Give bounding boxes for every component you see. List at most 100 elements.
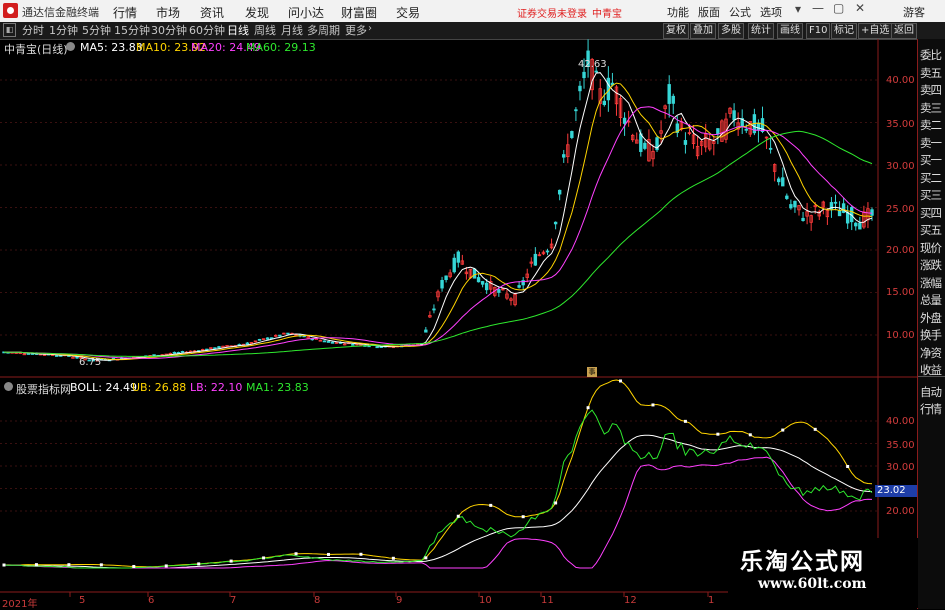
tab-more[interactable]: 更多 bbox=[345, 23, 367, 38]
panel-item-8[interactable]: 买三 bbox=[920, 187, 945, 203]
boll-legend: BOLL: 24.49 bbox=[70, 381, 137, 394]
menu-wealth[interactable]: 财富圈 bbox=[341, 4, 377, 21]
y-tick: 10.00 bbox=[886, 330, 915, 341]
tab-daily[interactable]: 日线 bbox=[227, 23, 249, 38]
tab-30min[interactable]: 30分钟 bbox=[151, 23, 187, 38]
date-ticks bbox=[69, 592, 709, 597]
menu-market-quotes[interactable]: 行情 bbox=[113, 4, 137, 21]
y-tick: 20.00 bbox=[886, 245, 915, 256]
indicator-dot-icon[interactable] bbox=[4, 382, 13, 391]
panel-item-0[interactable]: 委比 bbox=[920, 47, 945, 63]
y-tick: 40.00 bbox=[886, 75, 915, 86]
menu-news[interactable]: 资讯 bbox=[200, 4, 224, 21]
ub-legend: UB: 26.88 bbox=[132, 381, 187, 394]
panel-item-14[interactable]: 总量 bbox=[920, 292, 945, 308]
y-tick: 25.00 bbox=[886, 204, 915, 215]
panel-item-5[interactable]: 卖一 bbox=[920, 135, 945, 151]
f10-button[interactable]: F10 bbox=[806, 23, 831, 39]
y-tick: 35.00 bbox=[886, 119, 915, 130]
tab-multi-period[interactable]: 多周期 bbox=[307, 23, 340, 38]
date-label: 2021年 bbox=[2, 599, 38, 610]
back-button[interactable]: 返回 bbox=[891, 23, 917, 39]
min-price-annotation: 6.75 bbox=[79, 357, 102, 368]
maximize-window-icon[interactable]: ▢ bbox=[833, 1, 844, 15]
more-chevron-icon[interactable]: › bbox=[368, 23, 372, 34]
candlestick-series bbox=[2, 39, 874, 362]
date-label: 11 bbox=[541, 595, 554, 606]
sub-grid bbox=[0, 420, 878, 512]
adjust-button[interactable]: 复权 bbox=[663, 23, 689, 39]
watermark: 乐淘公式网 www.60lt.com bbox=[728, 538, 918, 608]
menu-trade[interactable]: 交易 bbox=[396, 4, 420, 21]
tab-1min[interactable]: 1分钟 bbox=[49, 23, 78, 38]
tab-5min[interactable]: 5分钟 bbox=[82, 23, 111, 38]
panel-item-16[interactable]: 换手 bbox=[920, 327, 945, 343]
panel-item-17[interactable]: 净资 bbox=[920, 345, 945, 361]
minimize-window-icon[interactable]: — bbox=[812, 1, 824, 15]
ma5-legend: MA5: 23.83 bbox=[80, 41, 143, 54]
panel-item-12[interactable]: 涨跌 bbox=[920, 257, 945, 273]
panel-item-9[interactable]: 买四 bbox=[920, 205, 945, 221]
date-label: 5 bbox=[79, 595, 86, 606]
panel-item-7[interactable]: 买二 bbox=[920, 170, 945, 186]
menu-ask[interactable]: 问小达 bbox=[288, 4, 324, 21]
stats-button[interactable]: 统计 bbox=[748, 23, 774, 39]
indicator-name[interactable]: 股票指标网 bbox=[16, 381, 71, 397]
date-label: 9 bbox=[396, 595, 403, 606]
settings-dot-icon[interactable] bbox=[66, 42, 75, 51]
date-label: 10 bbox=[479, 595, 492, 606]
tab-monthly[interactable]: 月线 bbox=[281, 23, 303, 38]
current-stock-tag: 中青宝 bbox=[592, 9, 622, 20]
max-price-annotation: 42.63 bbox=[578, 59, 607, 70]
date-label: 1 bbox=[708, 595, 715, 606]
draw-line-button[interactable]: 画线 bbox=[777, 23, 803, 39]
quote-side-panel: 委比 卖五 卖四 卖三 卖二 卖一 买一 买二 买三 买四 买五 现价 涨跌 涨幅 总量 外盘 换手 净资 收益 自… bbox=[917, 39, 945, 609]
minimize-icon[interactable]: ▾ bbox=[795, 2, 801, 16]
stock-title: 中青宝(日线) bbox=[4, 43, 68, 56]
tab-15min[interactable]: 15分钟 bbox=[114, 23, 150, 38]
chart-frame bbox=[0, 39, 917, 593]
tab-60min[interactable]: 60分钟 bbox=[189, 23, 225, 38]
date-label: 12 bbox=[624, 595, 637, 606]
tab-weekly[interactable]: 周线 bbox=[254, 23, 276, 38]
menu-market[interactable]: 市场 bbox=[156, 4, 180, 21]
mark-button[interactable]: 标记 bbox=[831, 23, 857, 39]
menu-options[interactable]: 选项 bbox=[760, 4, 782, 20]
panel-item-11[interactable]: 现价 bbox=[920, 240, 945, 256]
overlay-button[interactable]: 叠加 bbox=[690, 23, 716, 39]
panel-item-4[interactable]: 卖二 bbox=[920, 117, 945, 133]
app-title: 通达信金融终端 bbox=[22, 6, 99, 19]
sidebar-toggle-icon[interactable]: ◧ bbox=[3, 23, 16, 37]
panel-item-6[interactable]: 买一 bbox=[920, 152, 945, 168]
date-label: 6 bbox=[148, 595, 155, 606]
panel-item-10[interactable]: 买五 bbox=[920, 222, 945, 238]
panel-item-2[interactable]: 卖四 bbox=[920, 82, 945, 98]
panel-item-auto[interactable]: 自动 bbox=[920, 384, 945, 400]
panel-item-3[interactable]: 卖三 bbox=[920, 100, 945, 116]
menu-bar: 通达信金融终端 行情 市场 资讯 发现 问小达 财富圈 交易 证券交易未登录 中… bbox=[0, 0, 945, 23]
sub-y-tick: 30.00 bbox=[886, 462, 915, 473]
menu-layout[interactable]: 版面 bbox=[698, 4, 720, 20]
multi-stock-button[interactable]: 多股 bbox=[718, 23, 744, 39]
event-marker-icon[interactable]: 事 bbox=[587, 367, 597, 377]
add-watchlist-button[interactable]: +自选 bbox=[858, 23, 893, 39]
sub-y-tick: 35.00 bbox=[886, 440, 915, 451]
menu-discover[interactable]: 发现 bbox=[245, 4, 269, 21]
panel-item-1[interactable]: 卖五 bbox=[920, 65, 945, 81]
panel-item-13[interactable]: 涨幅 bbox=[920, 275, 945, 291]
login-status[interactable]: 证券交易未登录 bbox=[517, 5, 587, 20]
tab-intraday[interactable]: 分时 bbox=[22, 23, 44, 38]
panel-item-quote[interactable]: 行情 bbox=[920, 401, 945, 417]
kline-chart[interactable] bbox=[0, 0, 945, 609]
lb-legend: LB: 22.10 bbox=[190, 381, 243, 394]
date-label: 7 bbox=[230, 595, 237, 606]
menu-formula[interactable]: 公式 bbox=[729, 4, 751, 20]
menu-function[interactable]: 功能 bbox=[667, 4, 689, 20]
close-window-icon[interactable]: ✕ bbox=[855, 1, 865, 15]
watermark-text: 乐淘公式网 bbox=[740, 548, 865, 575]
user-guest[interactable]: 游客 bbox=[903, 4, 925, 20]
main-grid bbox=[0, 79, 878, 336]
panel-item-15[interactable]: 外盘 bbox=[920, 310, 945, 326]
period-toolbar: ◧ 分时 1分钟 5分钟 15分钟 30分钟 60分钟 日线 周线 月线 多周期… bbox=[0, 22, 945, 40]
current-value-badge: 23.02 bbox=[875, 485, 919, 497]
